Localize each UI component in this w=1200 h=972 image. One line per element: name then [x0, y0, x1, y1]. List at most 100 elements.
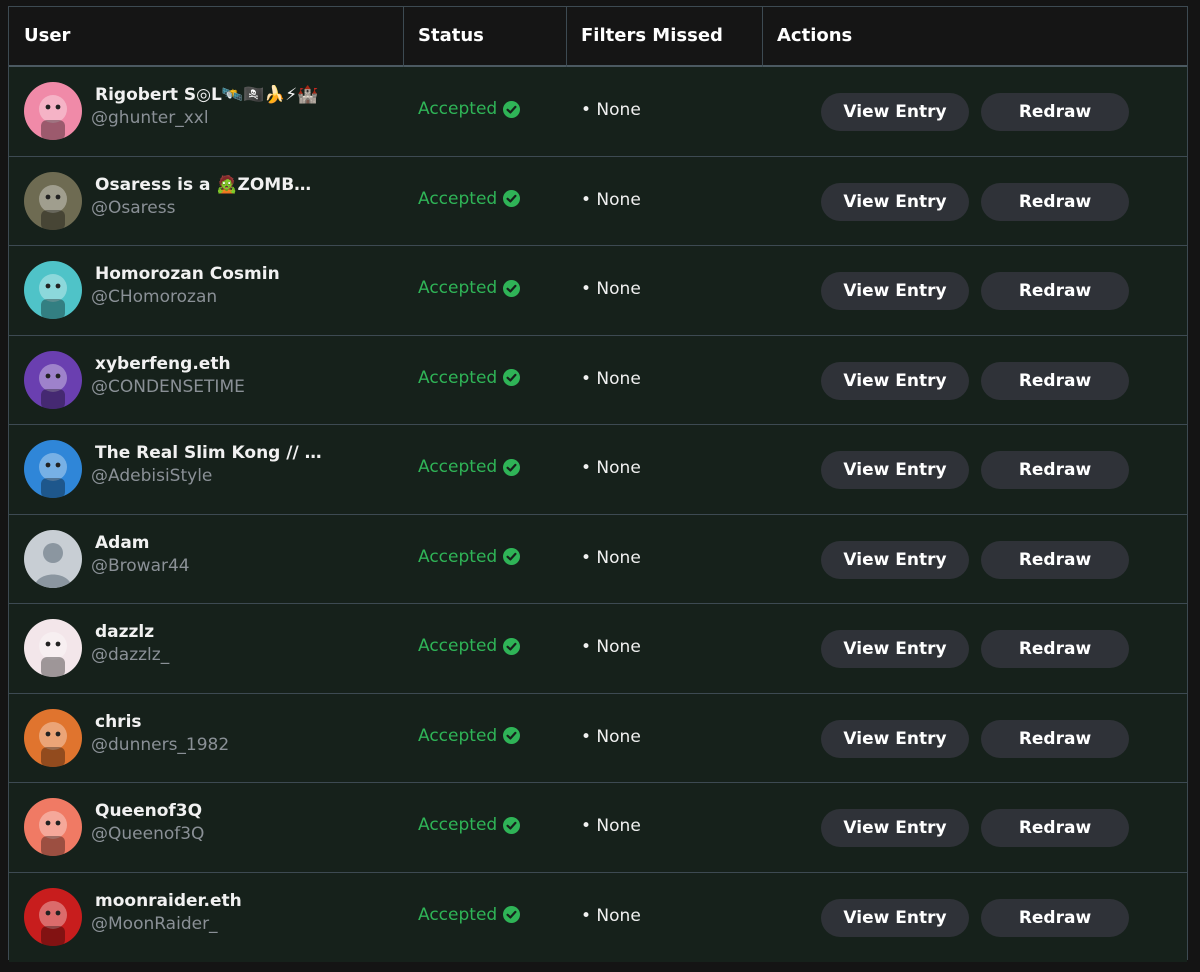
user-handle[interactable]: @AdebisiStyle — [91, 466, 212, 486]
redraw-button[interactable]: Redraw — [981, 182, 1129, 221]
display-name: Queenof3Q — [95, 801, 203, 821]
avatar[interactable] — [24, 440, 82, 498]
view-entry-button[interactable]: View Entry — [821, 361, 969, 400]
header-user[interactable]: User — [9, 7, 403, 65]
status-text: Accepted — [418, 546, 498, 567]
check-circle-icon — [503, 727, 521, 744]
status-text: Accepted — [418, 457, 498, 477]
display-name: dazzlz — [95, 622, 155, 642]
status-badge: Accepted — [418, 904, 521, 925]
filters-missed-value: • None — [581, 905, 641, 926]
filters-missed-value: • None — [581, 816, 641, 836]
view-entry-button[interactable]: View Entry — [821, 272, 969, 310]
status-badge: Accepted — [418, 636, 521, 656]
table-row: Rigobert S◎L🛰️🏴‍☠️🍌⚡🏰 @ghunter_xxl Accep… — [9, 67, 1187, 157]
check-circle-icon — [503, 369, 521, 386]
view-entry-button[interactable]: View Entry — [821, 451, 969, 489]
display-name: Homorozan Cosmin — [95, 264, 280, 284]
filters-missed-value: • None — [581, 189, 641, 210]
table-row: chris @dunners_1982 Accepted • None View… — [9, 693, 1187, 783]
avatar[interactable] — [24, 171, 82, 230]
filters-missed-value: • None — [581, 726, 641, 747]
table-row: dazzlz @dazzlz_ Accepted • None View Ent… — [9, 604, 1187, 694]
filters-missed-value: • None — [581, 100, 641, 120]
table-row: The Real Slim Kong // … @AdebisiStyle Ac… — [9, 425, 1187, 515]
display-name: moonraider.eth — [95, 890, 242, 911]
display-name: xyberfeng.eth — [95, 353, 231, 374]
user-handle[interactable]: @Queenof3Q — [91, 824, 204, 844]
header-status[interactable]: Status — [403, 7, 566, 65]
user-handle[interactable]: @Browar44 — [91, 556, 190, 576]
user-handle[interactable]: @ghunter_xxl — [91, 108, 209, 128]
status-text: Accepted — [418, 367, 498, 388]
check-circle-icon — [503, 100, 521, 118]
redraw-button[interactable]: Redraw — [981, 809, 1129, 847]
redraw-button[interactable]: Redraw — [981, 719, 1129, 758]
redraw-button[interactable]: Redraw — [981, 451, 1129, 489]
table-row: xyberfeng.eth @CONDENSETIME Accepted • N… — [9, 335, 1187, 425]
redraw-button[interactable]: Redraw — [981, 93, 1129, 131]
status-text: Accepted — [418, 904, 498, 925]
filters-missed-value: • None — [581, 547, 641, 568]
filters-missed-value: • None — [581, 279, 641, 299]
avatar[interactable] — [24, 798, 82, 856]
avatar[interactable] — [24, 708, 82, 767]
display-name: The Real Slim Kong // … — [95, 443, 322, 463]
table-row: Adam @Browar44 Accepted • None View Entr… — [9, 514, 1187, 604]
status-badge: Accepted — [418, 815, 521, 835]
view-entry-button[interactable]: View Entry — [821, 630, 969, 668]
redraw-button[interactable]: Redraw — [981, 898, 1129, 937]
user-handle[interactable]: @dazzlz_ — [91, 645, 169, 665]
view-entry-button[interactable]: View Entry — [821, 809, 969, 847]
filters-missed-value: • None — [581, 637, 641, 657]
display-name: Adam — [95, 532, 150, 553]
table-body: Rigobert S◎L🛰️🏴‍☠️🍌⚡🏰 @ghunter_xxl Accep… — [9, 67, 1187, 962]
avatar[interactable] — [24, 887, 82, 946]
view-entry-button[interactable]: View Entry — [821, 93, 969, 131]
status-text: Accepted — [418, 725, 498, 746]
status-badge: Accepted — [418, 188, 521, 209]
check-circle-icon — [503, 637, 521, 655]
avatar[interactable] — [24, 82, 82, 140]
view-entry-button[interactable]: View Entry — [821, 182, 969, 221]
table-row: Homorozan Cosmin @CHomorozan Accepted • … — [9, 246, 1187, 336]
status-badge: Accepted — [418, 546, 521, 567]
header-filters-missed[interactable]: Filters Missed — [566, 7, 762, 65]
status-text: Accepted — [418, 99, 498, 119]
default-user-icon[interactable] — [24, 529, 82, 588]
display-name: chris — [95, 711, 142, 732]
table-header: User Status Filters Missed Actions — [9, 7, 1187, 67]
header-actions[interactable]: Actions — [762, 7, 1187, 65]
avatar[interactable] — [24, 261, 82, 319]
entries-table: User Status Filters Missed Actions Rigob… — [8, 6, 1188, 962]
view-entry-button[interactable]: View Entry — [821, 898, 969, 937]
user-handle[interactable]: @dunners_1982 — [91, 735, 229, 755]
check-circle-icon — [503, 548, 521, 565]
status-badge: Accepted — [418, 457, 521, 477]
view-entry-button[interactable]: View Entry — [821, 540, 969, 579]
status-text: Accepted — [418, 636, 498, 656]
status-text: Accepted — [418, 278, 498, 298]
redraw-button[interactable]: Redraw — [981, 540, 1129, 579]
table-row: Queenof3Q @Queenof3Q Accepted • None Vie… — [9, 783, 1187, 873]
filters-missed-value: • None — [581, 458, 641, 478]
redraw-button[interactable]: Redraw — [981, 630, 1129, 668]
filters-missed-value: • None — [581, 368, 641, 389]
view-entry-button[interactable]: View Entry — [821, 719, 969, 758]
avatar[interactable] — [24, 350, 82, 409]
check-circle-icon — [503, 816, 521, 834]
user-handle[interactable]: @CHomorozan — [91, 287, 217, 307]
redraw-button[interactable]: Redraw — [981, 272, 1129, 310]
check-circle-icon — [503, 458, 521, 476]
status-text: Accepted — [418, 815, 498, 835]
user-handle[interactable]: @Osaress — [91, 198, 175, 218]
status-badge: Accepted — [418, 278, 521, 298]
user-handle[interactable]: @CONDENSETIME — [91, 377, 245, 397]
display-name: Rigobert S◎L🛰️🏴‍☠️🍌⚡🏰 — [95, 85, 319, 105]
status-badge: Accepted — [418, 367, 521, 388]
redraw-button[interactable]: Redraw — [981, 361, 1129, 400]
user-handle[interactable]: @MoonRaider_ — [91, 914, 218, 934]
table-row: Osaress is a 🧟ZOMB… @Osaress Accepted • … — [9, 156, 1187, 246]
avatar[interactable] — [24, 619, 82, 677]
status-text: Accepted — [418, 188, 498, 209]
